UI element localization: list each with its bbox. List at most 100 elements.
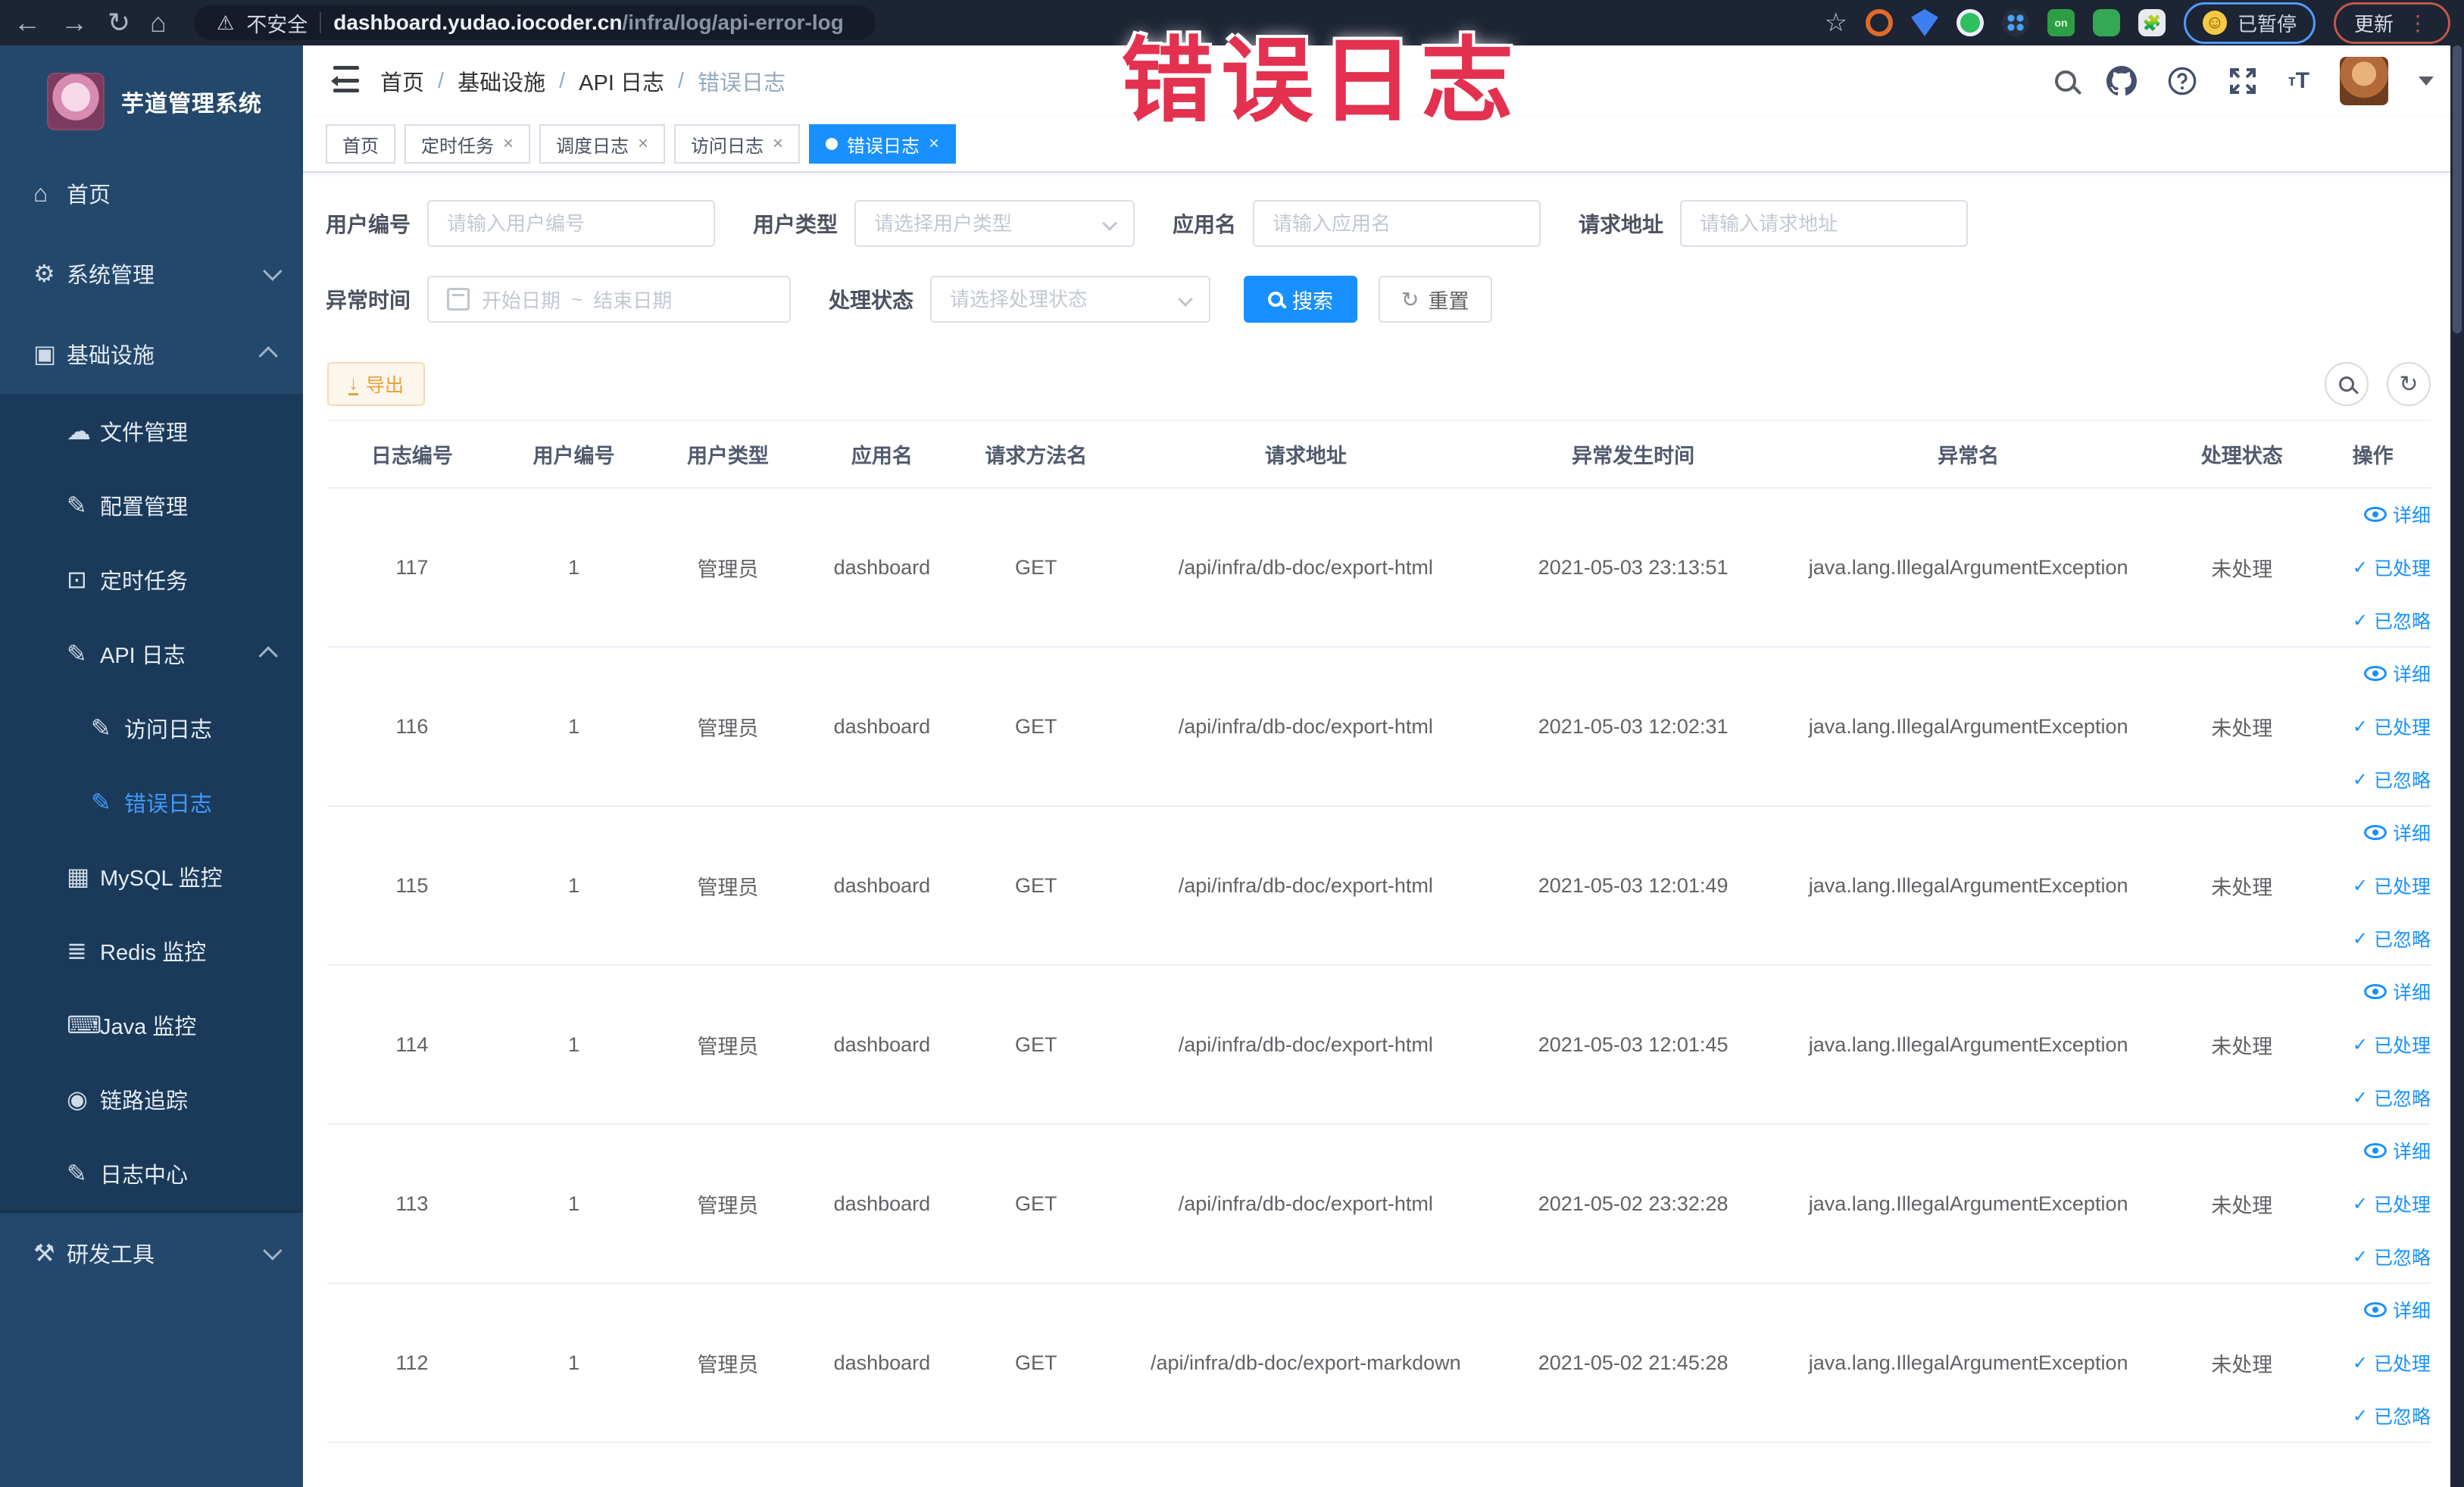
app-logo-row[interactable]: 芋道管理系统	[0, 45, 303, 153]
browser-back-icon[interactable]: ←	[14, 9, 41, 36]
browser-menu-icon[interactable]: ⋮	[2407, 11, 2430, 36]
tab-access-log[interactable]: 访问日志 ×	[674, 124, 801, 164]
sidebar-item-api-log[interactable]: ✎ API 日志	[0, 617, 303, 691]
sidebar-item-system[interactable]: ⚙ 系统管理	[0, 233, 303, 314]
sidebar-item-home[interactable]: ⌂ 首页	[0, 153, 303, 233]
tab-error-log[interactable]: 错误日志 ×	[809, 124, 957, 164]
detail-link[interactable]: 详细	[2363, 1137, 2431, 1164]
processed-link[interactable]: ✓ 已处理	[2353, 1349, 2431, 1376]
processed-link[interactable]: ✓ 已处理	[2353, 713, 2431, 740]
search-button[interactable]: 搜索	[1244, 276, 1358, 323]
user-id-input[interactable]	[447, 211, 696, 236]
extension-icon[interactable]	[1865, 9, 1893, 36]
extension-on-icon[interactable]: on	[2047, 9, 2075, 36]
extension-icon[interactable]	[2092, 9, 2120, 36]
processed-link[interactable]: ✓ 已处理	[2353, 872, 2431, 899]
detail-link[interactable]: 详细	[2363, 978, 2431, 1005]
ignored-link[interactable]: ✓ 已忽略	[2353, 766, 2431, 793]
tab-schedule-log[interactable]: 调度日志 ×	[539, 124, 666, 164]
update-label: 更新	[2353, 12, 2394, 36]
sidebar-item-tracing[interactable]: ◉ 链路追踪	[0, 1062, 303, 1136]
browser-forward-icon[interactable]: →	[61, 9, 88, 36]
process-status-input[interactable]	[950, 287, 1172, 311]
user-avatar[interactable]	[2340, 57, 2388, 105]
detail-link[interactable]: 详细	[2363, 819, 2431, 846]
processed-link[interactable]: ✓ 已处理	[2353, 1031, 2431, 1058]
user-type-select[interactable]	[854, 200, 1135, 247]
sidebar-item-redis-monitor[interactable]: ≣ Redis 监控	[0, 914, 303, 988]
sidebar-item-file-management[interactable]: ☁ 文件管理	[0, 394, 303, 468]
extension-icon[interactable]	[1956, 9, 1984, 36]
sidebar-item-access-log[interactable]: ✎ 访问日志	[0, 691, 303, 765]
detail-link[interactable]: 详细	[2363, 1296, 2431, 1323]
toggle-search-button[interactable]	[2325, 362, 2369, 406]
schedule-icon: ⊡	[67, 566, 87, 593]
detail-link[interactable]: 详细	[2363, 660, 2431, 687]
font-size-icon[interactable]: тT	[2288, 68, 2309, 94]
processed-link[interactable]: ✓ 已处理	[2353, 554, 2431, 581]
user-type-input[interactable]	[874, 211, 1096, 236]
cell-method: GET	[959, 965, 1113, 1125]
app-name-field[interactable]	[1253, 200, 1541, 247]
bookmark-star-icon[interactable]: ☆	[1824, 8, 1847, 38]
breadcrumb-infra[interactable]: 基础设施	[458, 65, 545, 97]
scrollbar-thumb[interactable]	[2453, 45, 2462, 333]
process-status-select[interactable]	[930, 276, 1211, 323]
user-menu-caret-icon[interactable]	[2419, 77, 2434, 93]
close-icon[interactable]: ×	[929, 133, 939, 155]
security-warning-icon: ⚠	[216, 11, 235, 34]
sidebar-item-scheduled-tasks[interactable]: ⊡ 定时任务	[0, 542, 303, 617]
extension-icon[interactable]	[2001, 9, 2029, 36]
request-url-input[interactable]	[1700, 211, 1949, 236]
profile-paused-pill[interactable]: ☺ 已暂停	[2183, 2, 2316, 44]
app-name-input[interactable]	[1273, 211, 1522, 236]
cell-id: 112	[327, 1283, 497, 1443]
reset-button[interactable]: ↻ 重置	[1379, 276, 1492, 323]
search-icon[interactable]	[2054, 70, 2076, 92]
table-row: 115 1 管理员 dashboard GET/api/infra/db-doc/exp…	[327, 806, 2431, 966]
tab-scheduled-tasks[interactable]: 定时任务 ×	[404, 124, 531, 164]
eye-icon	[2363, 1302, 2387, 1317]
browser-update-button[interactable]: 更新 ⋮	[2333, 2, 2450, 44]
tags-view-bar: 首页 定时任务 × 调度日志 × 访问日志 × 错误日志 ×	[303, 117, 2464, 173]
ignored-link[interactable]: ✓ 已忽略	[2353, 607, 2431, 634]
menu-fold-icon[interactable]	[326, 66, 359, 96]
breadcrumb: 首页 / 基础设施 / API 日志 / 错误日志	[380, 65, 785, 97]
github-icon[interactable]	[2106, 66, 2137, 96]
ignored-link[interactable]: ✓ 已忽略	[2353, 1402, 2431, 1429]
user-id-field[interactable]	[427, 200, 716, 247]
date-range-picker[interactable]: 开始日期 ~ 结束日期	[427, 276, 792, 323]
sidebar-item-dev-tools[interactable]: ⚒ 研发工具	[0, 1213, 303, 1293]
extension-icon[interactable]	[1910, 9, 1938, 36]
browser-reload-icon[interactable]: ↻	[108, 9, 130, 36]
browser-home-icon[interactable]: ⌂	[150, 9, 167, 36]
sidebar-item-error-log[interactable]: ✎ 错误日志	[0, 765, 303, 839]
ignored-link[interactable]: ✓ 已忽略	[2353, 1084, 2431, 1111]
close-icon[interactable]: ×	[773, 133, 783, 155]
sidebar-item-config-management[interactable]: ✎ 配置管理	[0, 468, 303, 542]
ignored-link[interactable]: ✓ 已忽略	[2353, 1243, 2431, 1270]
security-label: 不安全	[246, 13, 308, 36]
breadcrumb-home[interactable]: 首页	[380, 65, 424, 97]
request-url-field[interactable]	[1680, 200, 1969, 247]
close-icon[interactable]: ×	[503, 133, 514, 155]
detail-link[interactable]: 详细	[2363, 501, 2431, 528]
sidebar-item-java-monitor[interactable]: ⌨ Java 监控	[0, 988, 303, 1062]
breadcrumb-api-log[interactable]: API 日志	[579, 65, 664, 97]
fullscreen-icon[interactable]	[2228, 66, 2258, 96]
browser-scrollbar[interactable]	[2450, 45, 2464, 1487]
sidebar-item-infra[interactable]: ▣ 基础设施	[0, 314, 303, 394]
close-icon[interactable]: ×	[638, 133, 648, 155]
cell-actions: 详细 ✓ 已处理 ✓ 已忽略	[2315, 965, 2431, 1125]
help-icon[interactable]	[2167, 66, 2197, 96]
ignored-link[interactable]: ✓ 已忽略	[2353, 925, 2431, 952]
sidebar-item-log-center[interactable]: ✎ 日志中心	[0, 1136, 303, 1211]
extensions-puzzle-icon[interactable]: 🧩	[2138, 9, 2166, 36]
export-button[interactable]: ↓ 导出	[327, 362, 426, 406]
sidebar-item-mysql-monitor[interactable]: ▦ MySQL 监控	[0, 839, 303, 914]
tab-home[interactable]: 首页	[326, 124, 395, 164]
processed-link[interactable]: ✓ 已处理	[2353, 1190, 2431, 1217]
refresh-button[interactable]: ↻	[2387, 362, 2431, 406]
address-bar[interactable]: ⚠ 不安全 dashboard.yudao.iocoder.cn/infra/l…	[193, 5, 876, 40]
cell-app_name: dashboard	[804, 806, 960, 966]
